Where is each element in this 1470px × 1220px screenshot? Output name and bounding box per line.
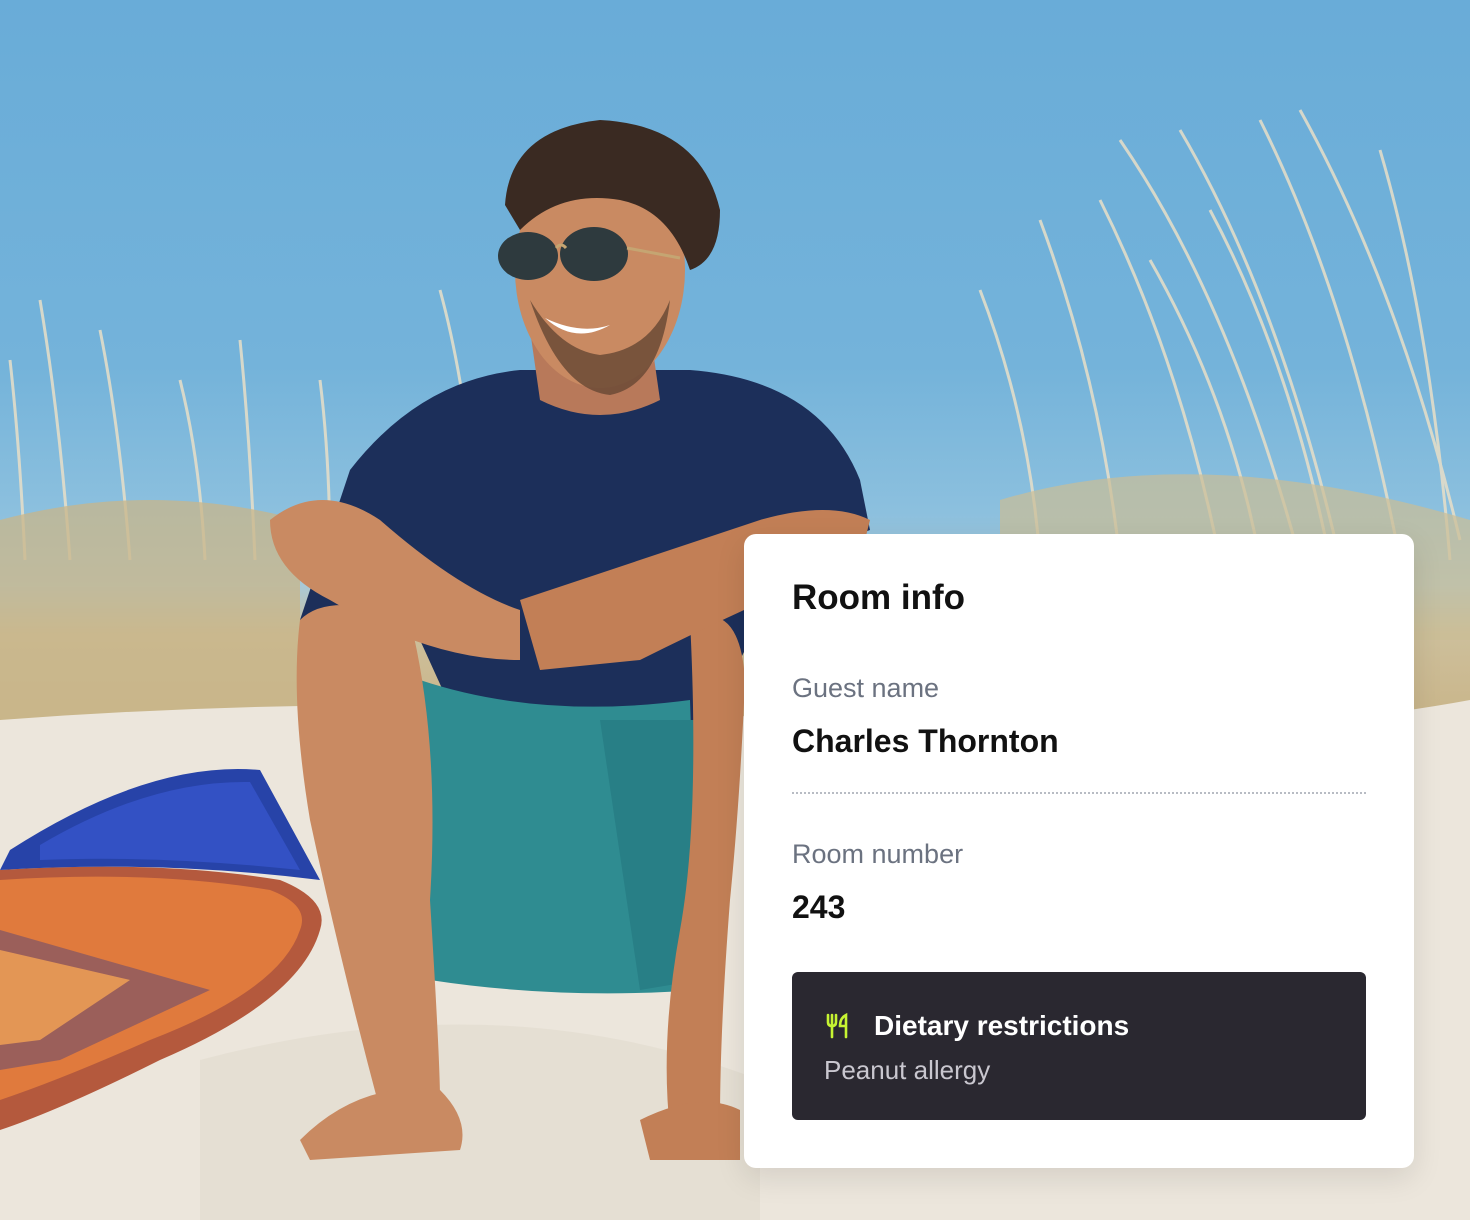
guest-name-value: Charles Thornton: [792, 723, 1059, 759]
dietary-value: Peanut allergy: [824, 1055, 991, 1085]
room-info-card: Room info Guest name Charles Thornton Ro…: [744, 534, 1414, 1168]
room-number-field: Room number 243: [792, 838, 1366, 926]
card-title: Room info: [792, 578, 966, 617]
guest-name-field: Guest name Charles Thornton: [792, 672, 1366, 760]
dietary-restrictions-box: Dietary restrictions Peanut allergy: [792, 972, 1366, 1120]
dietary-title: Dietary restrictions: [874, 1010, 1130, 1041]
divider: [792, 792, 1366, 794]
room-number-label: Room number: [792, 839, 964, 869]
room-number-value: 243: [792, 889, 846, 925]
dietary-header: Dietary restrictions: [824, 1008, 1334, 1044]
guest-name-label: Guest name: [792, 673, 940, 703]
fork-knife-icon: [824, 1012, 852, 1040]
